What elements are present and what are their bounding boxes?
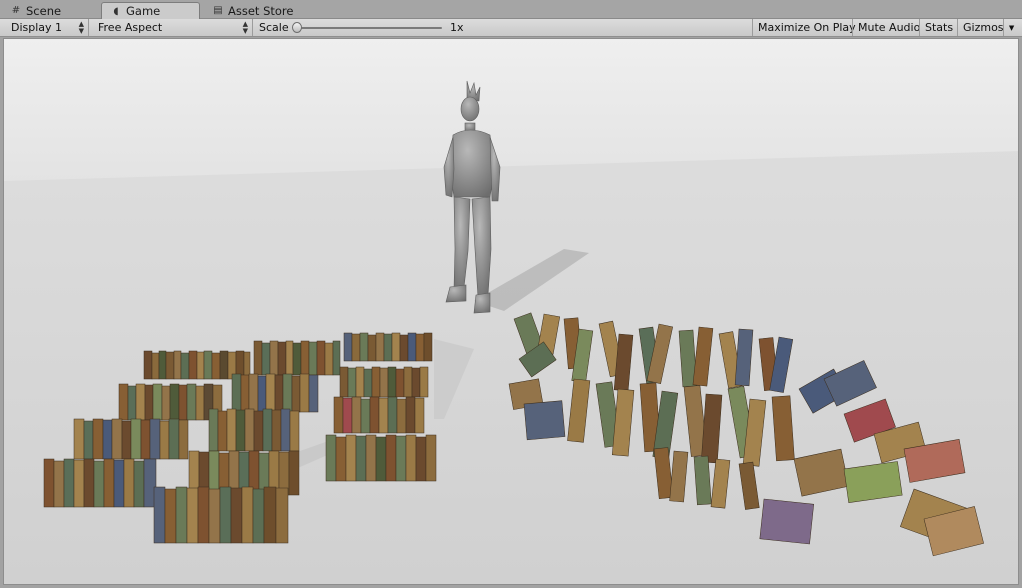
tab-scene[interactable]: # Scene bbox=[2, 2, 69, 19]
tab-scene-label: Scene bbox=[26, 3, 62, 18]
tab-game-label: Game bbox=[126, 4, 161, 18]
gizmos-button[interactable]: Gizmos bbox=[957, 19, 1007, 36]
display-dropdown-label: Display 1 bbox=[11, 21, 63, 34]
tab-asset-store-label: Asset Store bbox=[228, 3, 294, 18]
store-icon: ▤ bbox=[213, 5, 223, 16]
game-viewport[interactable] bbox=[3, 38, 1019, 585]
display-dropdown[interactable]: Display 1 ▲ ▼ bbox=[6, 19, 89, 36]
maximize-on-play-button[interactable]: Maximize On Play bbox=[752, 19, 861, 36]
grid-icon: # bbox=[11, 5, 21, 16]
scale-label: Scale bbox=[259, 21, 289, 34]
chevron-updown-icon: ▲ ▼ bbox=[242, 19, 248, 35]
gizmos-dropdown-arrow[interactable]: ▼ bbox=[1003, 19, 1019, 36]
scale-slider-handle[interactable] bbox=[292, 22, 302, 33]
aspect-dropdown[interactable]: Free Aspect ▲ ▼ bbox=[93, 19, 253, 36]
pacman-icon: ◖ bbox=[113, 5, 119, 17]
aspect-dropdown-label: Free Aspect bbox=[98, 21, 163, 34]
scene-render bbox=[4, 39, 1018, 584]
scale-slider-track[interactable] bbox=[300, 27, 442, 29]
stats-button[interactable]: Stats bbox=[919, 19, 958, 36]
game-toolbar: Display 1 ▲ ▼ Free Aspect ▲ ▼ Scale 1x Max… bbox=[0, 19, 1022, 37]
mute-audio-button[interactable]: Mute Audio bbox=[852, 19, 925, 36]
scale-value: 1x bbox=[450, 21, 464, 34]
tab-game[interactable]: ◖ Game bbox=[101, 2, 200, 19]
tab-strip: # Scene ◖ Game ▤ Asset Store bbox=[0, 0, 1022, 19]
chevron-updown-icon: ▲ ▼ bbox=[78, 19, 84, 35]
tab-asset-store[interactable]: ▤ Asset Store bbox=[204, 2, 302, 19]
